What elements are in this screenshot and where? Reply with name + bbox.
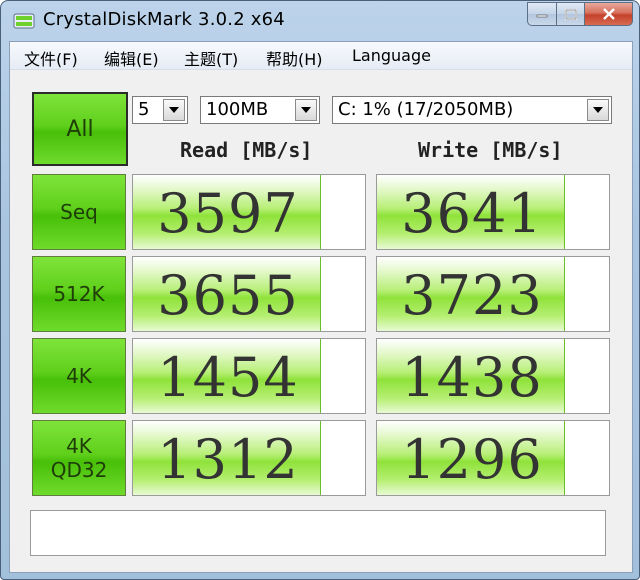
menu-theme[interactable]: 主题(T) xyxy=(184,46,238,70)
runs-value: 5 xyxy=(138,99,150,120)
test-label: 4K xyxy=(66,364,92,388)
4k-qd32-read-result: 1312 xyxy=(132,420,366,496)
test-label: 4K xyxy=(66,434,92,458)
close-button[interactable] xyxy=(585,2,633,26)
result-value: 1438 xyxy=(401,345,543,409)
menu-edit[interactable]: 编辑(E) xyxy=(104,46,159,70)
minimize-button[interactable] xyxy=(527,2,557,26)
4k-write-result: 1438 xyxy=(376,338,610,414)
close-icon xyxy=(602,8,615,20)
4k-qd32-test-button[interactable]: 4K QD32 xyxy=(32,420,126,496)
seq-write-result: 3641 xyxy=(376,174,610,250)
seq-read-result: 3597 xyxy=(132,174,366,250)
4k-test-button[interactable]: 4K xyxy=(32,338,126,414)
menu-help[interactable]: 帮助(H) xyxy=(266,46,323,70)
512k-read-result: 3655 xyxy=(132,256,366,332)
drive-value: C: 1% (17/2050MB) xyxy=(338,99,514,120)
all-button[interactable]: All xyxy=(32,92,128,166)
caption-buttons xyxy=(527,2,633,26)
menu-file[interactable]: 文件(F) xyxy=(24,46,78,70)
maximize-icon xyxy=(564,8,577,20)
test-label-sub: QD32 xyxy=(50,458,108,482)
title-bar[interactable]: CrystalDiskMark 3.0.2 x64 xyxy=(1,1,639,41)
drive-select[interactable]: C: 1% (17/2050MB) xyxy=(332,96,612,124)
result-value: 1296 xyxy=(401,427,543,491)
menu-language[interactable]: Language xyxy=(352,46,431,65)
read-header: Read [MB/s] xyxy=(180,138,313,162)
test-label: 512K xyxy=(53,282,105,306)
4k-read-result: 1454 xyxy=(132,338,366,414)
menu-bar: 文件(F) 编辑(E) 主题(T) 帮助(H) Language xyxy=(10,42,632,70)
runs-select[interactable]: 5 xyxy=(132,96,188,124)
client-area: 文件(F) 编辑(E) 主题(T) 帮助(H) Language All 5 1… xyxy=(9,41,633,573)
size-value: 100MB xyxy=(206,99,269,120)
comment-field[interactable] xyxy=(30,510,606,556)
4k-qd32-write-result: 1296 xyxy=(376,420,610,496)
all-button-label: All xyxy=(66,116,94,142)
benchmark-panel: All 5 100MB C: 1% (17/2050MB) Read [MB/s… xyxy=(20,80,624,570)
result-value: 3641 xyxy=(401,181,543,245)
result-value: 3655 xyxy=(157,263,299,327)
size-select[interactable]: 100MB xyxy=(200,96,320,124)
512k-write-result: 3723 xyxy=(376,256,610,332)
chevron-down-icon[interactable] xyxy=(587,99,609,121)
chevron-down-icon[interactable] xyxy=(163,99,185,121)
seq-test-button[interactable]: Seq xyxy=(32,174,126,250)
minimize-icon xyxy=(536,14,548,18)
maximize-button[interactable] xyxy=(557,2,585,26)
crystaldiskmark-icon xyxy=(13,13,35,29)
result-value: 1312 xyxy=(157,427,299,491)
512k-test-button[interactable]: 512K xyxy=(32,256,126,332)
result-value: 3723 xyxy=(401,263,543,327)
app-window: CrystalDiskMark 3.0.2 x64 文件(F) 编辑(E) 主题… xyxy=(0,0,640,580)
test-label: Seq xyxy=(60,200,98,224)
chevron-down-icon[interactable] xyxy=(295,99,317,121)
window-title: CrystalDiskMark 3.0.2 x64 xyxy=(43,9,285,30)
result-value: 3597 xyxy=(157,181,299,245)
write-header: Write [MB/s] xyxy=(418,138,563,162)
result-value: 1454 xyxy=(157,345,299,409)
